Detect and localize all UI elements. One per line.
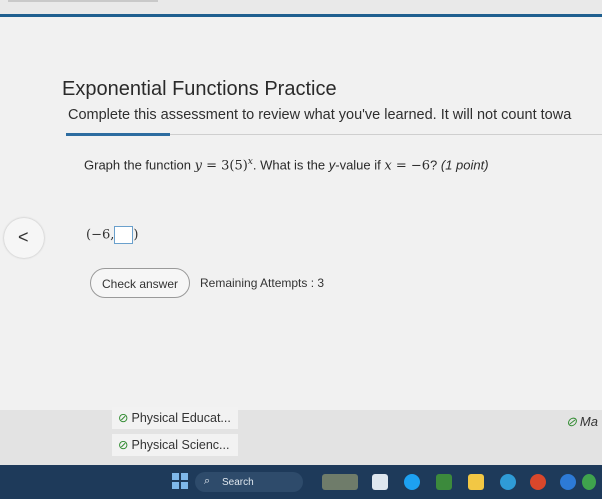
check-circle-icon: ⊘	[118, 438, 129, 452]
app-icon[interactable]	[582, 474, 596, 490]
answer-input[interactable]	[114, 226, 134, 244]
search-label: Search	[222, 477, 254, 488]
chrome-icon[interactable]	[560, 474, 576, 490]
office-icon[interactable]	[530, 474, 546, 490]
progress-accent-bar	[66, 133, 170, 136]
question-prefix: Graph the function	[84, 157, 195, 173]
answer-suffix: )	[133, 227, 139, 243]
course-label: Ma	[579, 414, 598, 429]
question-suffix: ?	[430, 157, 441, 173]
course-item-physical-education[interactable]: ⊘ Physical Educat...	[112, 407, 238, 429]
course-list-panel	[0, 410, 602, 465]
chat-icon[interactable]	[404, 474, 420, 490]
answer-row: (−6,)	[86, 226, 138, 244]
search-icon: ⌕	[204, 475, 211, 487]
store-icon[interactable]	[436, 474, 452, 490]
question-text: Graph the function y = 3(5) x . What is th…	[84, 157, 489, 173]
windows-logo-icon	[172, 482, 179, 489]
check-circle-icon: ⊘	[566, 414, 577, 429]
page-subtitle: Complete this assessment to review what …	[68, 107, 572, 123]
taskbar-search[interactable]: ⌕ Search	[195, 472, 303, 492]
previous-question-button[interactable]: <	[4, 218, 44, 258]
windows-logo-icon	[172, 473, 179, 480]
file-explorer-icon[interactable]	[468, 474, 484, 490]
section-divider	[170, 134, 602, 135]
windows-start-button[interactable]	[172, 473, 188, 489]
question-points: (1 point)	[440, 157, 489, 173]
course-label: Physical Educat...	[131, 411, 231, 425]
function-y: y	[194, 158, 202, 174]
page-title: Exponential Functions Practice	[62, 78, 337, 100]
task-view-icon[interactable]	[372, 474, 388, 490]
question-x-eq: = −6	[391, 158, 431, 174]
answer-prefix: (−6,	[86, 227, 115, 243]
course-item-partial[interactable]: ⊘ Ma	[566, 414, 598, 430]
course-label: Physical Scienc...	[131, 438, 230, 452]
check-circle-icon: ⊘	[118, 411, 129, 425]
remaining-attempts: Remaining Attempts : 3	[200, 276, 325, 290]
browser-top-strip	[0, 0, 602, 14]
windows-logo-icon	[181, 482, 188, 489]
assessment-page	[0, 17, 602, 410]
course-item-physical-science[interactable]: ⊘ Physical Scienc...	[112, 434, 238, 456]
faint-tab-remnant	[8, 0, 158, 2]
chevron-left-icon: <	[18, 227, 29, 247]
question-middle: . What is the	[252, 157, 329, 173]
question-x-var: x	[384, 158, 392, 174]
news-widget-icon[interactable]	[322, 474, 358, 490]
edge-browser-icon[interactable]	[500, 474, 516, 490]
question-middle2: -value if	[335, 157, 385, 173]
check-answer-button[interactable]: Check answer	[90, 268, 190, 298]
function-equation: = 3(5)	[201, 158, 248, 174]
windows-logo-icon	[181, 473, 188, 480]
